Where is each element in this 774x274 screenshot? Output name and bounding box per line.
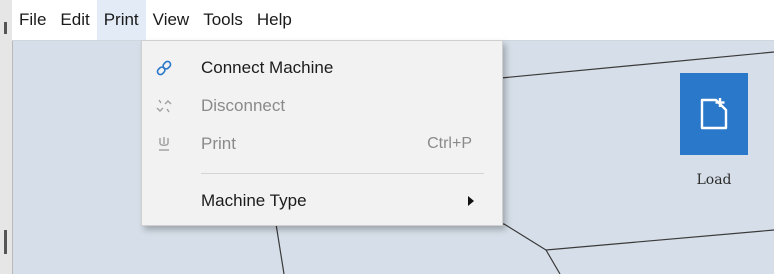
menu-item-connect-machine[interactable]: Connect Machine [142, 50, 502, 86]
menu-print[interactable]: Print [96, 0, 146, 40]
canvas-line [275, 223, 285, 274]
unlink-icon [154, 96, 174, 116]
load-button[interactable] [680, 73, 748, 155]
canvas-line [276, 223, 774, 251]
plug-icon [154, 134, 174, 154]
menu-edit[interactable]: Edit [53, 0, 96, 40]
add-file-icon [700, 98, 728, 130]
menu-file[interactable]: File [12, 0, 53, 40]
menu-item-label: Connect Machine [201, 58, 334, 77]
menu-item-print[interactable]: Print Ctrl+P [142, 126, 502, 162]
menu-help[interactable]: Help [250, 0, 299, 40]
menu-item-label: Print [201, 134, 236, 153]
menu-item-disconnect[interactable]: Disconnect [142, 88, 502, 124]
menu-bar: File Edit Print View Tools Help [12, 0, 774, 41]
link-icon [154, 58, 174, 78]
load-label: Load [696, 172, 732, 188]
shortcut-label: Ctrl+P [427, 135, 472, 152]
menu-item-label: Disconnect [201, 96, 286, 115]
menu-item-machine-type[interactable]: Machine Type [142, 183, 502, 219]
print-menu-dropdown: Connect Machine Disconnect Print Ctrl+P … [141, 40, 503, 226]
submenu-arrow-icon [468, 196, 474, 206]
menu-item-label: Machine Type [201, 191, 307, 210]
canvas-line [545, 249, 561, 274]
edge-mark [4, 22, 7, 34]
menu-view[interactable]: View [146, 0, 197, 40]
menu-tools[interactable]: Tools [196, 0, 250, 40]
menu-separator [201, 173, 484, 174]
